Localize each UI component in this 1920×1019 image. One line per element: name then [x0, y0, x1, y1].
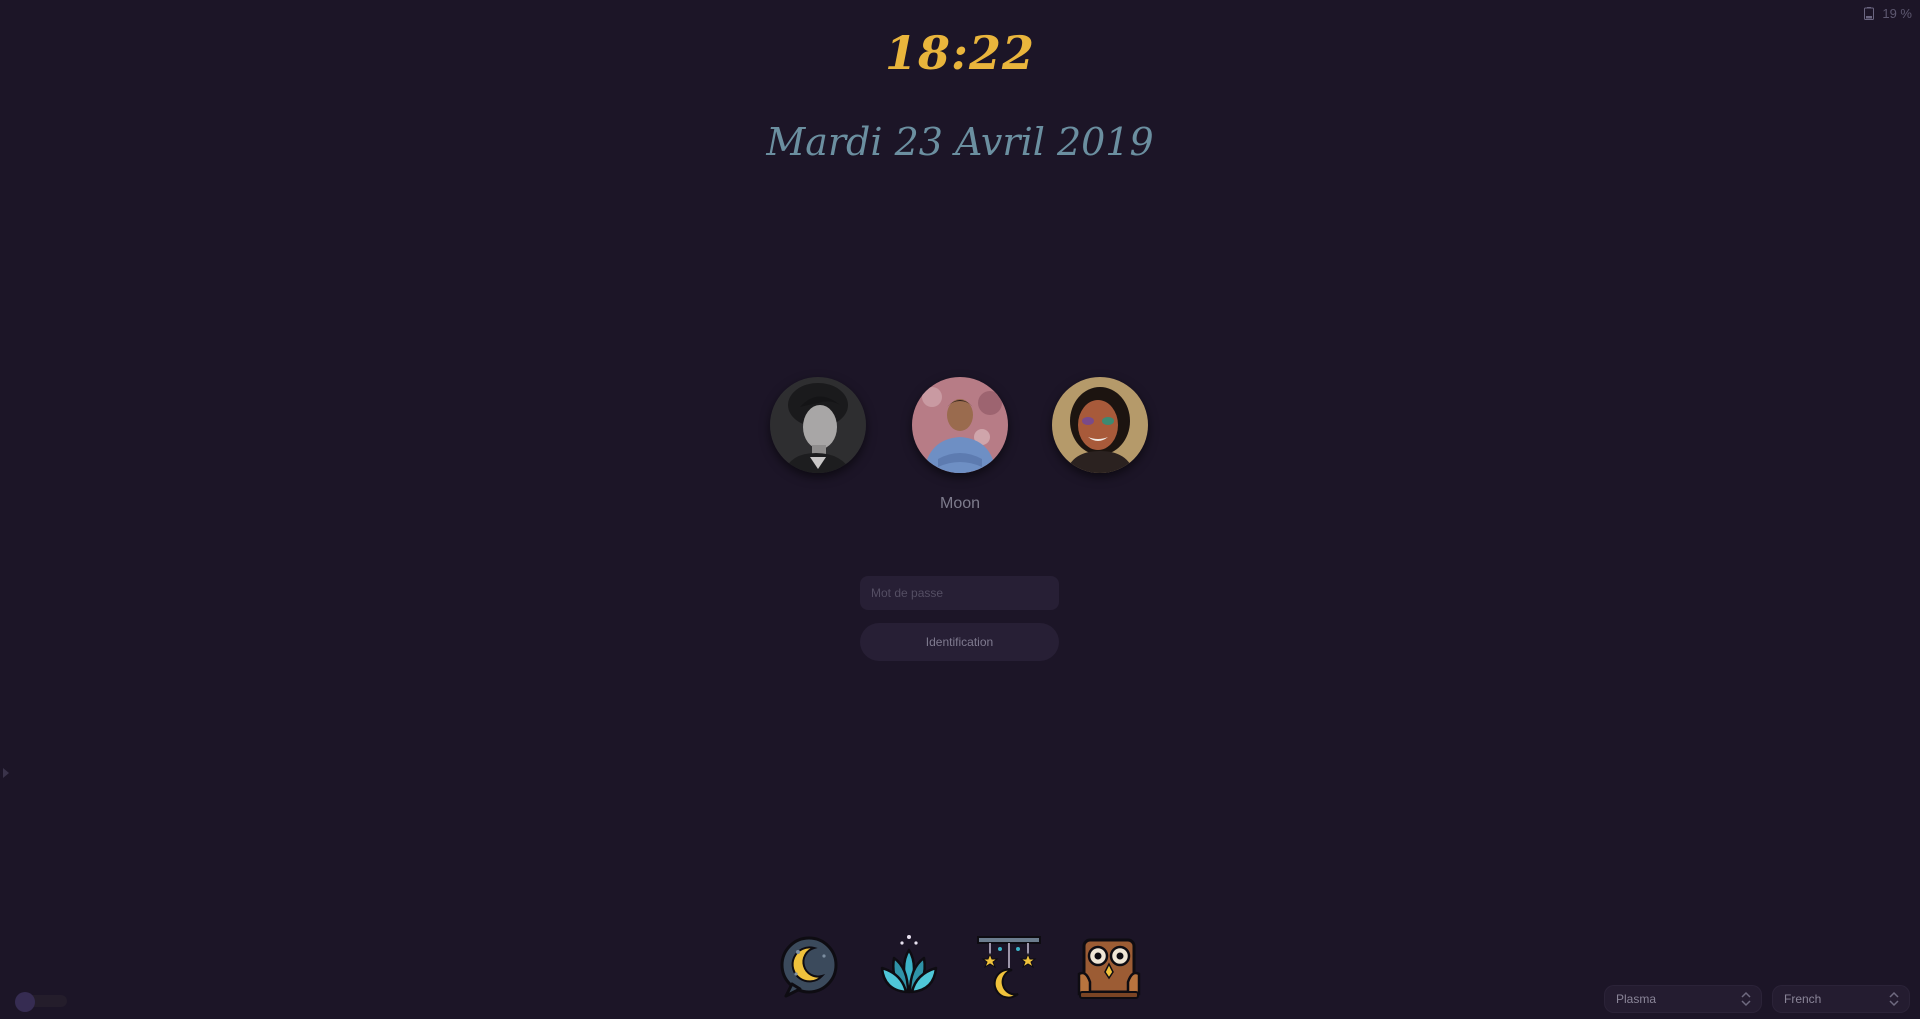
language-select-value: French: [1784, 992, 1822, 1006]
battery-indicator: 19 %: [1864, 6, 1912, 21]
battery-icon: [1864, 7, 1875, 20]
password-field[interactable]: [860, 576, 1059, 610]
user-list: [770, 377, 1150, 473]
session-select-value: Plasma: [1616, 992, 1657, 1006]
battery-level: 19 %: [1882, 6, 1912, 21]
moon-bubble-icon[interactable]: [776, 934, 842, 1000]
owl-icon[interactable]: [1076, 934, 1142, 1000]
expand-arrow-icon[interactable]: [3, 768, 9, 778]
user-avatar-3[interactable]: [1052, 377, 1148, 473]
hanging-moon-icon[interactable]: [976, 934, 1042, 1000]
user-avatar-1[interactable]: [770, 377, 866, 473]
selected-user-name: Moon: [939, 495, 981, 512]
chevron-up-down-icon: [1741, 991, 1751, 1007]
session-select[interactable]: Plasma: [1604, 985, 1762, 1013]
keyboard-toggle[interactable]: [15, 992, 69, 1012]
bottom-icon-bar: [776, 934, 1146, 1000]
login-button[interactable]: Identification: [860, 623, 1059, 661]
clock-time: 18:22: [884, 26, 1035, 80]
login-screen: 19 % 18:22 Mardi 23 Avril 2019 Moon Iden…: [0, 0, 1920, 1019]
chevron-up-down-icon: [1889, 991, 1899, 1007]
toggle-knob: [15, 992, 35, 1012]
language-select[interactable]: French: [1772, 985, 1910, 1013]
clock-date: Mardi 23 Avril 2019: [766, 120, 1154, 164]
lotus-icon[interactable]: [876, 934, 942, 1000]
user-avatar-2[interactable]: [912, 377, 1008, 473]
